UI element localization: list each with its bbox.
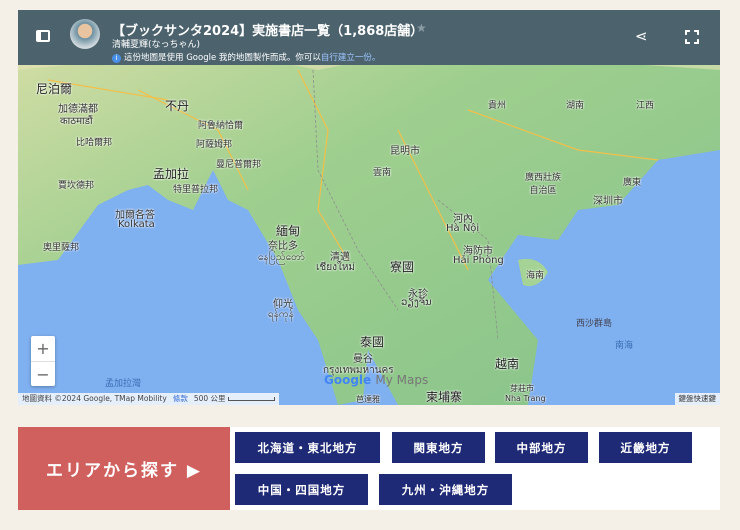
map-label: 阿魯納恰爾 <box>198 121 244 131</box>
map-label: Nha Trang <box>505 394 546 403</box>
map-label: 湖南 <box>566 101 585 111</box>
info-icon: i <box>112 54 121 63</box>
map-label: 尼泊爾 <box>36 82 73 96</box>
map-label: ວຽງຈັນ <box>401 297 432 308</box>
search-by-area-button[interactable]: エリアから探す ▶ <box>18 427 230 510</box>
map-label: 越南 <box>495 357 520 371</box>
map-label: 寮國 <box>390 260 415 274</box>
map-label: 芭達雅 <box>356 395 380 404</box>
attribution-text: 地圖資料 ©2024 Google, TMap Mobility <box>22 394 167 403</box>
map-header: 【ブックサンタ2024】実施書店一覧（1,868店舗） ★ 清輔夏輝(なっちゃん… <box>18 10 720 65</box>
map-label: Kolkata <box>118 219 155 230</box>
map-label: 江西 <box>636 101 655 111</box>
avatar <box>70 19 100 49</box>
map-label: 泰國 <box>360 335 385 349</box>
map[interactable]: 尼泊爾 加德滿都 काठमाडौं 比哈爾邦 不丹 阿魯納恰爾 阿薩姆邦 曼尼普… <box>18 10 720 405</box>
region-button-kinki[interactable]: 近畿地方 <box>599 432 692 463</box>
map-attribution: 地圖資料 ©2024 Google, TMap Mobility 條款 500 公里 <box>18 393 279 405</box>
google-my-maps-logo: Google My Maps <box>324 373 429 387</box>
map-label: 貴州 <box>488 101 507 111</box>
zoom-control: + − <box>31 336 55 386</box>
map-label: 孟加拉 <box>153 167 190 181</box>
scale-label: 500 公里 <box>193 394 226 403</box>
map-label: 阿薩姆邦 <box>196 140 233 150</box>
map-label: 昆明市 <box>390 146 420 157</box>
map-label: Hải Phòng <box>453 255 504 266</box>
create-map-link[interactable]: 自行建立一份。 <box>321 53 381 63</box>
map-label: 深圳市 <box>593 196 623 207</box>
map-label: 賈坎德邦 <box>58 181 95 191</box>
region-panel: 北海道・東北地方 関東地方 中部地方 近畿地方 中国・四国地方 九州・沖縄地方 <box>230 427 720 510</box>
scale-bar <box>227 397 275 401</box>
zoom-out-button[interactable]: − <box>31 362 55 387</box>
map-label: 孟加拉灣 <box>105 379 142 389</box>
map-label: 芽莊市 <box>510 384 534 393</box>
map-label: နေပြည်တော် <box>258 252 305 263</box>
region-button-hokkaido-tohoku[interactable]: 北海道・東北地方 <box>235 432 380 463</box>
map-label: 奧里薩邦 <box>43 243 80 253</box>
region-button-chubu[interactable]: 中部地方 <box>495 432 588 463</box>
map-label: 曼尼普爾邦 <box>216 160 262 170</box>
star-icon[interactable]: ★ <box>416 21 427 35</box>
share-icon[interactable]: ⋖ <box>635 27 648 45</box>
map-label: 比哈爾邦 <box>76 138 113 148</box>
map-label: 不丹 <box>165 99 190 113</box>
map-label: 海南 <box>526 271 545 281</box>
sidebar-toggle-icon[interactable] <box>36 30 50 42</box>
map-label: 南海 <box>615 341 634 351</box>
map-label: 廣東 <box>623 178 642 188</box>
zoom-in-button[interactable]: + <box>31 336 55 362</box>
map-label: 柬埔寨 <box>426 390 463 404</box>
map-label: 雲南 <box>373 168 392 178</box>
map-label: Hà Nội <box>446 223 480 234</box>
info-text: 這份地圖是使用 Google 我的地圖製作而成。你可以 <box>124 53 321 63</box>
map-label: काठमाडौं <box>60 116 93 127</box>
map-label: เชียงใหม่ <box>316 262 356 273</box>
map-label: 廣西壯族自治區 <box>524 173 561 196</box>
region-button-kanto[interactable]: 関東地方 <box>392 432 485 463</box>
map-label: 西沙群島 <box>576 319 613 329</box>
fullscreen-icon[interactable] <box>685 30 699 44</box>
keyboard-shortcuts-link[interactable]: 鍵盤快速鍵 <box>674 393 720 405</box>
info-notice: i 這份地圖是使用 Google 我的地圖製作而成。你可以自行建立一份。 <box>112 51 380 63</box>
region-button-kyushu-okinawa[interactable]: 九州・沖縄地方 <box>379 474 512 505</box>
map-label: ရန်ကုန် <box>268 309 294 320</box>
region-button-chugoku-shikoku[interactable]: 中国・四国地方 <box>235 474 368 505</box>
map-author: 清輔夏輝(なっちゃん) <box>112 40 201 50</box>
map-label: 特里普拉邦 <box>173 185 219 195</box>
terms-link[interactable]: 條款 <box>173 394 188 403</box>
